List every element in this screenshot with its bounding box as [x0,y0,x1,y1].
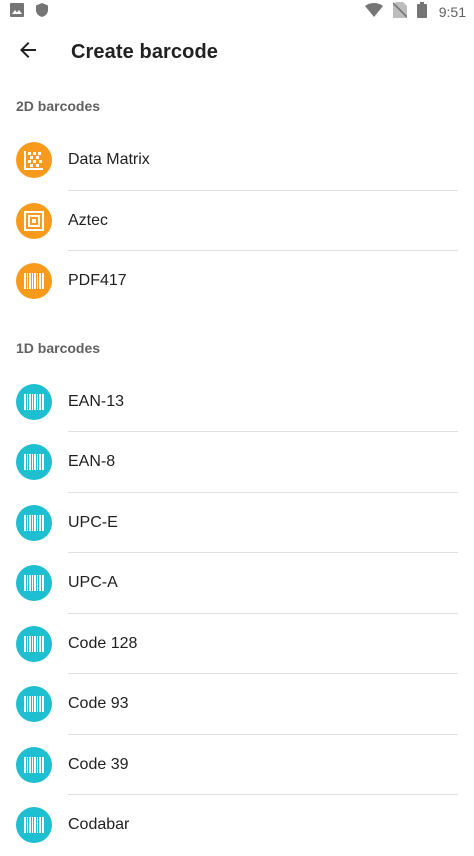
list-item-pdf417[interactable]: PDF417 [0,251,474,312]
list-item-label: UPC-E [68,513,118,531]
list-item-code-39[interactable]: Code 39 [0,735,474,795]
app-bar: Create barcode [0,24,474,80]
battery-icon [416,1,427,23]
section-header-1d: 1D barcodes [16,339,101,356]
list-item-label: Aztec [68,211,109,229]
barcode-icon [16,444,52,481]
status-left [10,2,50,23]
list-item-label: Code 93 [68,695,129,713]
shield-icon [34,2,50,23]
list-item-label: Codabar [68,816,130,834]
status-bar: 9:51 [0,0,474,24]
list-item-code-93[interactable]: Code 93 [0,674,474,735]
list-item-label: UPC-A [68,574,118,592]
barcode-icon [16,686,52,723]
list-item-ean-8[interactable]: EAN-8 [0,432,474,493]
back-button[interactable] [0,24,56,80]
list-item-label: EAN-8 [68,453,116,471]
barcode-icon [16,746,52,783]
image-icon [10,2,24,22]
list-item-aztec[interactable]: Aztec [0,191,474,251]
list-item-label: EAN-13 [68,392,125,410]
page-title: Create barcode [71,40,219,63]
no-sim-icon [392,1,408,23]
wifi-icon [364,2,383,22]
barcode-icon [16,565,52,602]
barcode-icon [16,504,52,541]
list-item-label: Code 128 [68,634,138,652]
list-item-upc-e[interactable]: UPC-E [0,493,474,553]
barcode-icon [16,625,52,662]
status-right: 9:51 [364,1,466,23]
list-item-ean-13[interactable]: EAN-13 [0,372,474,432]
section-header-2d: 2D barcodes [16,98,101,114]
list-item-data-matrix[interactable]: Data Matrix [0,130,474,191]
list-item-label: Data Matrix [68,151,150,169]
status-time: 9:51 [438,4,466,20]
barcode-icon [16,383,52,420]
barcode-icon [16,263,52,300]
arrow-back-icon [18,40,38,65]
aztec-icon [16,202,52,239]
list-item-upc-a[interactable]: UPC-A [0,553,474,614]
barcode-list: 2D barcodes Data Matrix Aztec PDF417 1D … [0,80,474,856]
list-item-label: PDF417 [68,272,127,290]
barcode-icon [16,807,52,844]
list-item-code-128[interactable]: Code 128 [0,614,474,674]
data-matrix-icon [16,142,52,179]
list-item-label: Code 39 [68,755,129,773]
list-item-codabar[interactable]: Codabar [0,795,474,856]
